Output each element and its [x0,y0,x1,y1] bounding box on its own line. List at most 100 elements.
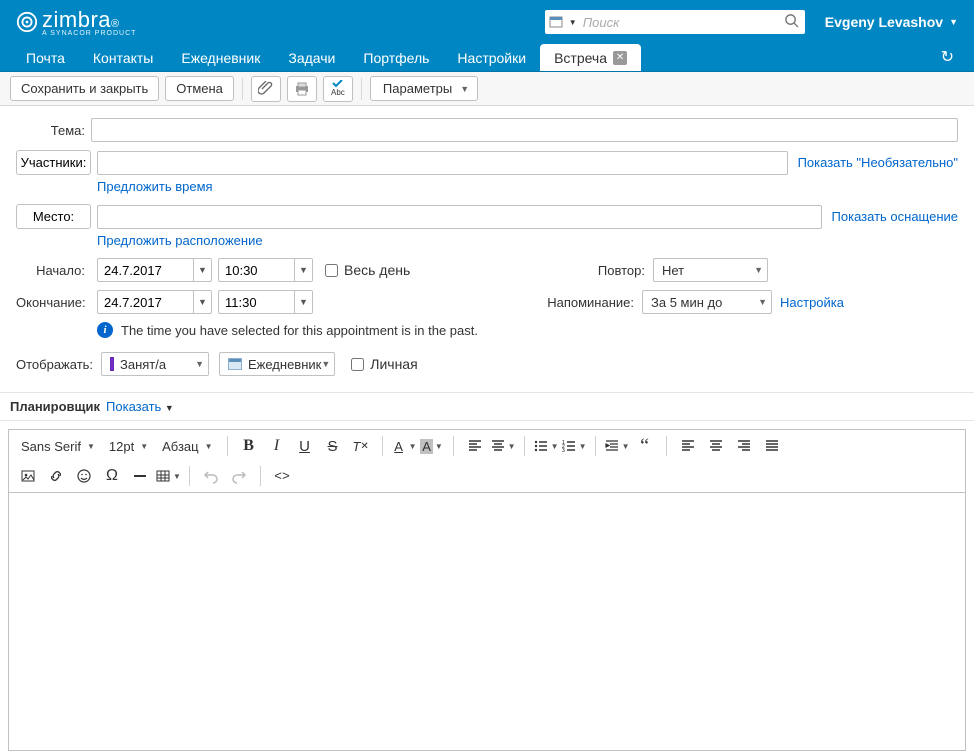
align-dropdown[interactable]: ▼ [490,434,516,458]
chevron-down-icon[interactable]: ▼ [193,291,211,313]
user-menu[interactable]: Evgeny Levashov ▼ [825,14,958,30]
location-input[interactable] [97,205,822,229]
cancel-button[interactable]: Отмена [165,76,234,101]
chevron-down-icon[interactable]: ▼ [193,259,211,281]
start-time-input[interactable] [219,263,294,278]
logo-icon [16,11,38,33]
paragraph-select[interactable]: Абзац▼ [156,436,218,457]
calendar-select[interactable]: Ежедневник ▼ [219,352,335,376]
end-time-picker[interactable]: ▼ [218,290,313,314]
suggest-time-link[interactable]: Предложить время [97,179,213,194]
tab-mail[interactable]: Почта [12,44,79,71]
undo-button[interactable] [198,464,224,488]
search-box[interactable]: ▼ [545,10,805,34]
appointment-form: Тема: Участники: Показать "Необязательно… [0,106,974,384]
all-day-input[interactable] [325,264,338,277]
show-as-select[interactable]: Занят/а ▼ [101,352,209,376]
save-close-button[interactable]: Сохранить и закрыть [10,76,159,101]
insert-image-button[interactable] [15,464,41,488]
tab-appointment[interactable]: Встреча ✕ [540,44,641,71]
scheduler-bar: Планировщик Показать ▼ [0,392,974,421]
align-left-button[interactable] [462,434,488,458]
blockquote-button[interactable]: “ [632,434,658,458]
font-size-select[interactable]: 12pt▼ [103,436,154,457]
end-label: Окончание: [16,295,91,310]
strike-button[interactable]: S [320,434,346,458]
chevron-down-icon: ▼ [321,359,330,369]
bullet-list-button[interactable]: ▼ [533,434,559,458]
italic-button[interactable]: I [264,434,290,458]
chevron-down-icon: ▼ [195,359,204,369]
compose-toolbar: Сохранить и закрыть Отмена Abc Параметры… [0,72,974,106]
brand-logo: zimbra® A SYNACOR PRODUCT [16,7,136,37]
chevron-down-icon[interactable]: ▼ [294,291,312,313]
start-date-input[interactable] [98,263,193,278]
editor-body[interactable] [8,493,966,751]
start-time-picker[interactable]: ▼ [218,258,313,282]
tab-tasks[interactable]: Задачи [274,44,349,71]
end-date-picker[interactable]: ▼ [97,290,212,314]
align-right-button[interactable] [731,434,757,458]
align-center-button[interactable] [703,434,729,458]
table-button[interactable]: ▼ [155,464,181,488]
font-family-select[interactable]: Sans Serif▼ [15,436,101,457]
refresh-icon[interactable]: ↻ [941,47,954,67]
chevron-down-icon[interactable]: ▼ [294,259,312,281]
bold-button[interactable]: B [236,434,262,458]
text-color-button[interactable]: A▼ [391,434,417,458]
attendees-input[interactable] [97,151,788,175]
align-left2-button[interactable] [675,434,701,458]
chevron-down-icon: ▼ [165,403,174,413]
busy-swatch-icon [110,357,114,371]
svg-text:3: 3 [562,448,565,454]
reminder-select[interactable]: За 5 мин до ▼ [642,290,772,314]
underline-button[interactable]: U [292,434,318,458]
code-button[interactable]: <> [269,464,295,488]
clear-format-button[interactable]: T✕ [348,434,374,458]
show-optional-link[interactable]: Показать "Необязательно" [798,155,958,170]
end-date-input[interactable] [98,295,193,310]
redo-button[interactable] [226,464,252,488]
print-button[interactable] [287,76,317,102]
attendees-button[interactable]: Участники: [16,150,91,175]
repeat-select[interactable]: Нет ▼ [653,258,768,282]
subject-input[interactable] [91,118,958,142]
search-input[interactable] [583,15,784,30]
scheduler-toggle[interactable]: Показать ▼ [106,399,174,414]
hr-button[interactable] [127,464,153,488]
bg-color-button[interactable]: A▼ [419,434,445,458]
align-justify-button[interactable] [759,434,785,458]
search-scope-icon[interactable] [549,15,563,29]
chevron-down-icon: ▼ [758,297,767,307]
emoji-button[interactable] [71,464,97,488]
private-label: Личная [370,356,417,372]
reminder-configure-link[interactable]: Настройка [780,295,844,310]
indent-button[interactable]: ▼ [604,434,630,458]
repeat-value: Нет [662,263,684,278]
end-time-input[interactable] [219,295,294,310]
location-button[interactable]: Место: [16,204,91,229]
special-char-button[interactable]: Ω [99,464,125,488]
number-list-button[interactable]: 123▼ [561,434,587,458]
tab-contacts[interactable]: Контакты [79,44,167,71]
insert-link-button[interactable] [43,464,69,488]
close-icon[interactable]: ✕ [613,51,627,65]
spellcheck-button[interactable]: Abc [323,76,353,102]
search-icon[interactable] [784,13,799,32]
tab-preferences[interactable]: Настройки [443,44,540,71]
show-as-value: Занят/а [120,357,166,372]
tab-briefcase[interactable]: Портфель [349,44,443,71]
tab-calendar[interactable]: Ежедневник [167,44,274,71]
attach-button[interactable] [251,76,281,102]
start-date-picker[interactable]: ▼ [97,258,212,282]
private-input[interactable] [351,358,364,371]
app-header: zimbra® A SYNACOR PRODUCT ▼ Evgeny Levas… [0,0,974,44]
all-day-checkbox[interactable]: Весь день [325,262,410,278]
options-dropdown[interactable]: Параметры ▼ [370,76,478,101]
suggest-location-link[interactable]: Предложить расположение [97,233,263,248]
past-warning-text: The time you have selected for this appo… [121,323,478,338]
search-scope-caret[interactable]: ▼ [569,18,577,27]
scheduler-title: Планировщик [10,399,100,414]
show-equipment-link[interactable]: Показать оснащение [832,209,958,224]
private-checkbox[interactable]: Личная [351,356,417,372]
